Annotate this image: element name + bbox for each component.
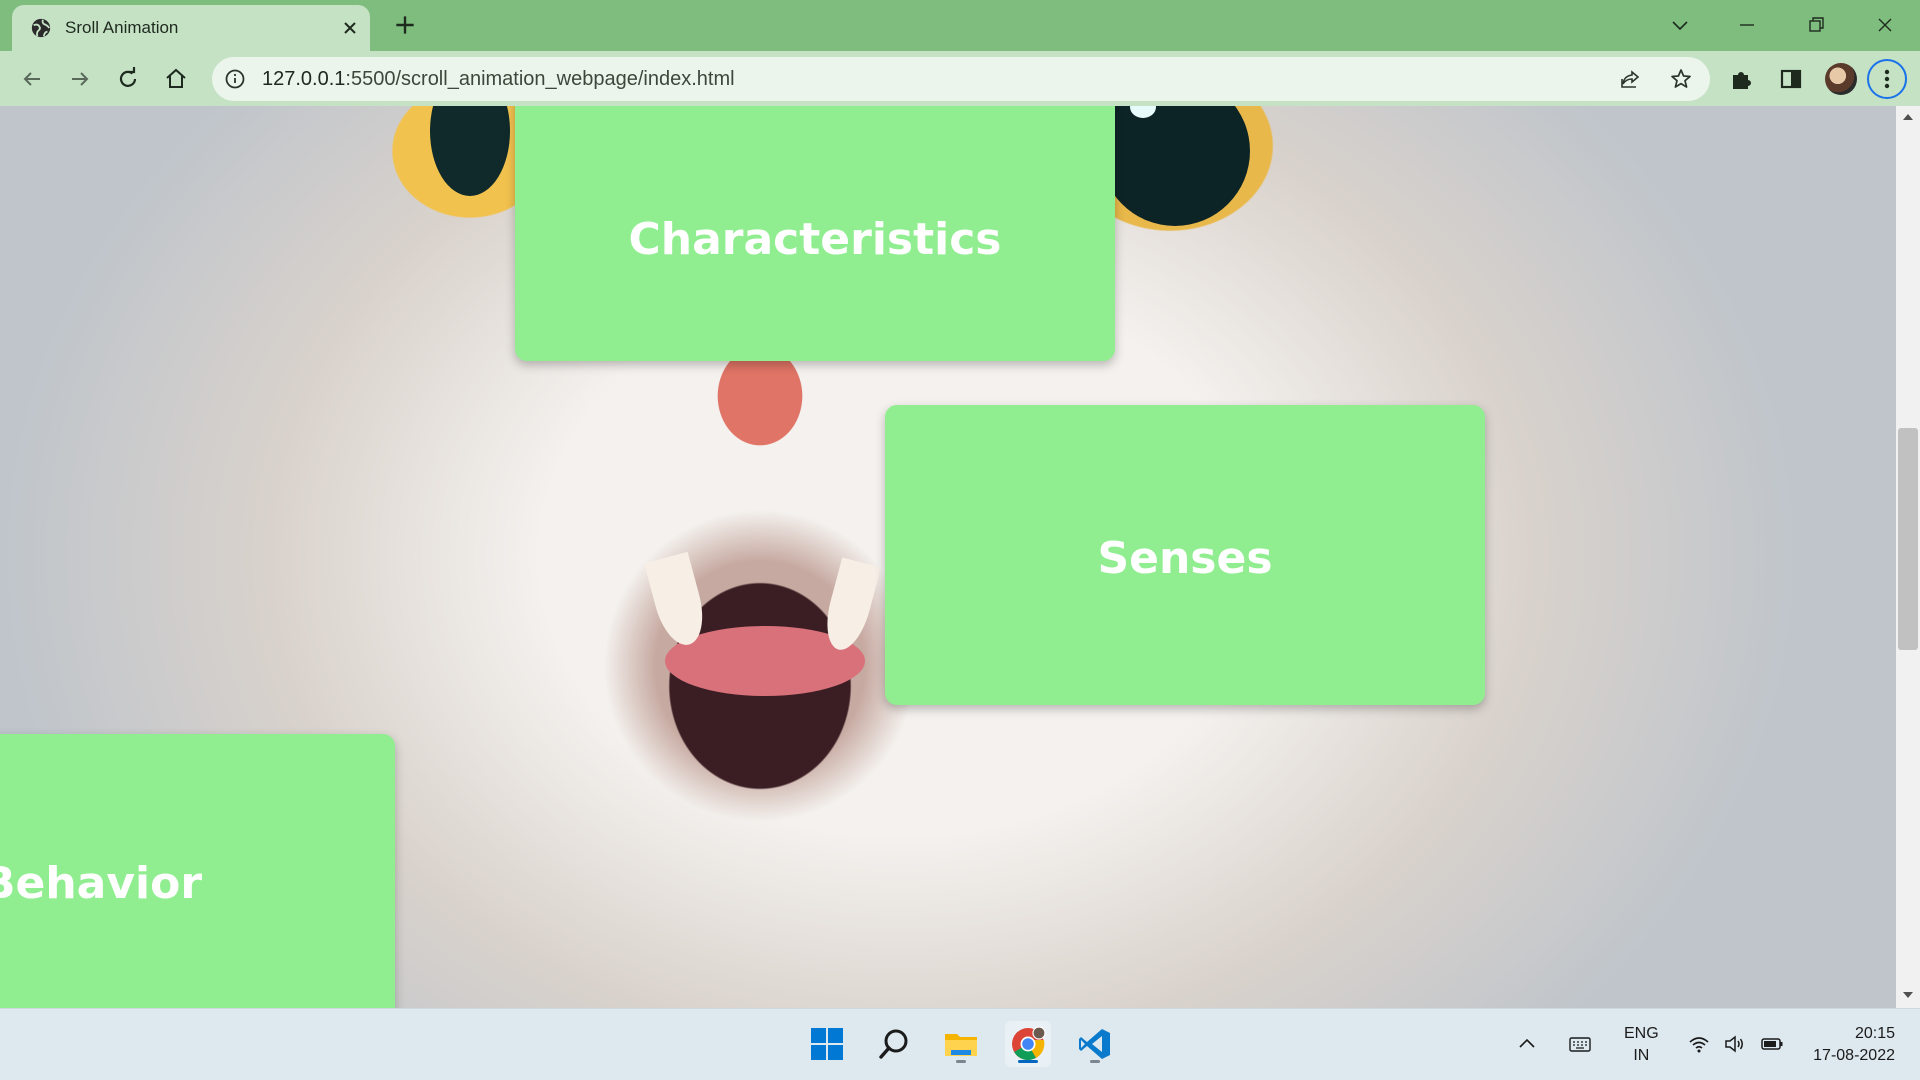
tab-title: Sroll Animation — [65, 18, 179, 37]
side-panel-icon[interactable] — [1777, 65, 1805, 93]
tab-search-chevron-icon[interactable] — [1665, 10, 1695, 40]
search-icon — [879, 1029, 908, 1059]
extensions-puzzle-icon[interactable] — [1728, 65, 1756, 93]
running-indicator — [956, 1060, 966, 1063]
bookmark-star-icon[interactable] — [1669, 67, 1693, 91]
chrome-button[interactable] — [1005, 1021, 1051, 1067]
more-vertical-icon — [1884, 69, 1890, 89]
volume-icon[interactable] — [1722, 1032, 1746, 1056]
scrollbar-thumb[interactable] — [1898, 428, 1918, 650]
windows-start-icon — [811, 1028, 843, 1060]
start-button[interactable] — [804, 1021, 850, 1067]
cat-eye — [1100, 106, 1250, 226]
chevron-up-icon[interactable] — [1515, 1032, 1539, 1056]
browser-toolbar: 127.0.0.1:5500/scroll_animation_webpage/… — [0, 51, 1920, 106]
card-title: Senses — [1097, 533, 1273, 584]
browser-tab[interactable]: Sroll Animation — [12, 5, 370, 51]
clock-time: 20:15 — [1854, 1025, 1895, 1042]
language-code: ENG — [1624, 1025, 1659, 1042]
folder-icon — [945, 1034, 977, 1056]
tab-strip: Sroll Animation — [0, 0, 1920, 51]
card-title: Characteristics — [628, 214, 1002, 265]
windows-taskbar: ENG IN 20:15 17-08-2022 — [0, 1008, 1920, 1080]
scroll-up-arrow-icon[interactable] — [1902, 112, 1914, 122]
card-behavior: Behavior — [0, 734, 395, 1008]
vscode-button[interactable] — [1072, 1021, 1118, 1067]
clock-date: 17-08-2022 — [1813, 1047, 1895, 1064]
profile-avatar[interactable] — [1825, 63, 1857, 95]
back-arrow-icon[interactable] — [18, 65, 46, 93]
address-bar[interactable]: 127.0.0.1:5500/scroll_animation_webpage/… — [212, 57, 1710, 101]
cat-background-image — [430, 106, 510, 196]
window-close-icon[interactable] — [1870, 10, 1900, 40]
search-button[interactable] — [871, 1021, 917, 1067]
running-indicator — [1090, 1060, 1100, 1063]
file-explorer-button[interactable] — [938, 1021, 984, 1067]
new-tab-icon[interactable] — [392, 12, 418, 38]
system-clock[interactable]: 20:15 17-08-2022 — [1800, 1023, 1895, 1067]
language-region: IN — [1633, 1047, 1650, 1064]
keyboard-icon[interactable] — [1568, 1032, 1592, 1056]
globe-icon — [31, 18, 51, 38]
language-indicator[interactable]: ENG IN — [1624, 1023, 1659, 1067]
card-senses: Senses — [885, 405, 1485, 705]
active-indicator — [1018, 1060, 1038, 1063]
vscode-icon — [1079, 1029, 1110, 1059]
minimize-icon[interactable] — [1732, 10, 1762, 40]
home-icon[interactable] — [162, 65, 190, 93]
battery-icon[interactable] — [1760, 1032, 1784, 1056]
page-viewport[interactable]: Characteristics Senses Behavior — [0, 106, 1896, 1008]
card-characteristics: Characteristics — [515, 106, 1115, 361]
url-path: :5500/scroll_animation_webpage/index.htm… — [345, 68, 735, 90]
share-icon[interactable] — [1618, 67, 1642, 91]
url-host: 127.0.0.1 — [262, 68, 346, 90]
page-scrollbar[interactable] — [1896, 106, 1920, 1008]
restore-icon[interactable] — [1801, 10, 1831, 40]
browser-menu-button[interactable] — [1867, 59, 1907, 99]
close-icon[interactable] — [338, 16, 362, 40]
forward-arrow-icon[interactable] — [66, 65, 94, 93]
info-icon[interactable] — [224, 68, 246, 90]
reload-icon[interactable] — [114, 65, 142, 93]
url-text[interactable]: 127.0.0.1:5500/scroll_animation_webpage/… — [262, 68, 735, 91]
scroll-down-arrow-icon[interactable] — [1902, 990, 1914, 1000]
card-title: Behavior — [0, 858, 203, 909]
wifi-icon[interactable] — [1687, 1032, 1711, 1056]
chrome-icon — [1012, 1026, 1046, 1061]
